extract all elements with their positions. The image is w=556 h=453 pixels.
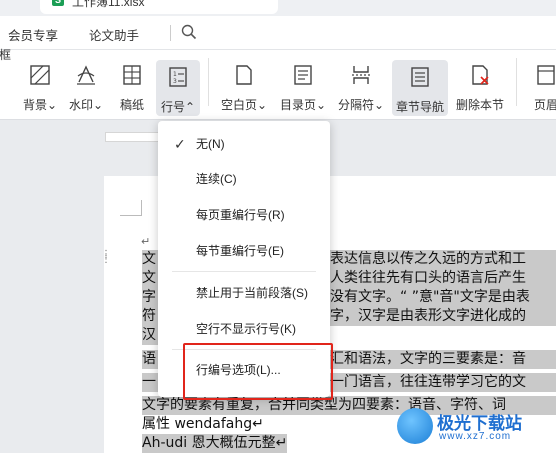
svg-text:3: 3 (173, 78, 177, 85)
paragraph-mark: ↵ (141, 236, 151, 248)
background-button-label: 背景 (22, 98, 47, 112)
toc-page-button-label: 目录页 (279, 98, 316, 112)
menu-item-restart-each-page[interactable]: 每页重编行号(R) (158, 198, 330, 232)
manuscript-button-label: 稿纸 (119, 98, 144, 112)
highlight-box (183, 343, 333, 400)
blank-page-button[interactable]: 空白页⌄ (218, 58, 270, 114)
chevron-down-icon: ⌄ (46, 98, 58, 112)
menu-item-suppress-current-paragraph[interactable]: 禁止用于当前段落(S) (158, 276, 330, 310)
watermark-button[interactable]: 水印⌄ (66, 58, 106, 114)
watermark-icon (77, 65, 95, 85)
page-corner-mark (120, 200, 142, 216)
menu-separator (170, 25, 171, 41)
separator-icon (352, 66, 370, 84)
menu-item-hide-blank-lines[interactable]: 空行不显示行号(K) (158, 312, 330, 346)
title-strip: S 工作簿11.xlsx (0, 0, 556, 16)
watermark-button-label: 水印 (68, 98, 93, 112)
menu-separator (172, 271, 316, 272)
search-icon[interactable] (181, 24, 197, 40)
manuscript-button[interactable]: 稿纸 (114, 58, 150, 114)
document-tab[interactable]: S 工作簿11.xlsx (40, 0, 278, 14)
ruler[interactable] (105, 132, 165, 142)
svg-text:1: 1 (173, 71, 177, 78)
chevron-down-icon: ⌄ (373, 98, 385, 112)
background-button[interactable]: 背景⌄ (20, 58, 60, 114)
separator-button-label: 分隔符 (337, 98, 374, 112)
line-number-button-label: 行号 (160, 100, 185, 114)
chevron-down-icon: ⌄ (92, 98, 104, 112)
toc-page-button[interactable]: 目录页⌄ (276, 58, 330, 114)
text-line[interactable]: Ah-udi 恩大概伍元整↵ (142, 434, 288, 453)
header-icon (537, 65, 555, 85)
manuscript-icon (123, 65, 141, 85)
blank-page-button-label: 空白页 (220, 98, 257, 112)
border-button-label: 框 (0, 48, 11, 62)
menu-bar: 会员专享 论文助手 (0, 16, 556, 50)
delete-section-button[interactable]: 删除本节 (452, 58, 508, 114)
site-watermark: 极光下载站 www.xz7.com (397, 403, 556, 453)
separator-button[interactable]: 分隔符⌄ (334, 58, 388, 114)
drag-handle-icon[interactable]: ⋮ ⋮ (101, 250, 111, 266)
background-icon (30, 65, 50, 85)
watermark-url: www.xz7.com (439, 431, 512, 442)
menu-item-restart-each-section[interactable]: 每节重编行号(E) (158, 234, 330, 268)
checkmark-icon: ✓ (174, 136, 186, 152)
delete-section-icon (472, 65, 489, 85)
chevron-up-icon: ⌃ (184, 100, 196, 114)
menu-item-none[interactable]: ✓ 无(N) (158, 127, 330, 161)
line-number-button[interactable]: 1 3 行号⌃ (156, 60, 200, 116)
chapter-nav-button[interactable]: 章节导航 (392, 60, 448, 116)
header-button-label: 页眉 (533, 98, 556, 112)
globe-logo-icon (397, 408, 433, 444)
menu-item-paper-assistant[interactable]: 论文助手 (89, 25, 139, 44)
menu-item-continuous[interactable]: 连续(C) (158, 162, 330, 196)
chevron-down-icon: ⌄ (315, 98, 327, 112)
header-button[interactable]: 页眉 (526, 58, 556, 114)
blank-page-icon (236, 65, 252, 85)
line-number-icon: 1 3 (169, 67, 187, 87)
chapter-nav-button-label: 章节导航 (395, 100, 444, 114)
chapter-nav-icon (411, 67, 429, 87)
text-line[interactable]: 属性 wendafahg↵ (142, 415, 264, 434)
delete-section-button-label: 删除本节 (455, 98, 504, 112)
spreadsheet-icon: S (52, 0, 64, 6)
border-button[interactable]: 框 (0, 8, 16, 64)
ribbon-separator (208, 58, 209, 106)
ribbon-separator (516, 58, 517, 106)
toc-page-icon (294, 65, 312, 85)
document-tab-name: 工作簿11.xlsx (72, 0, 145, 9)
chevron-down-icon: ⌄ (256, 98, 268, 112)
